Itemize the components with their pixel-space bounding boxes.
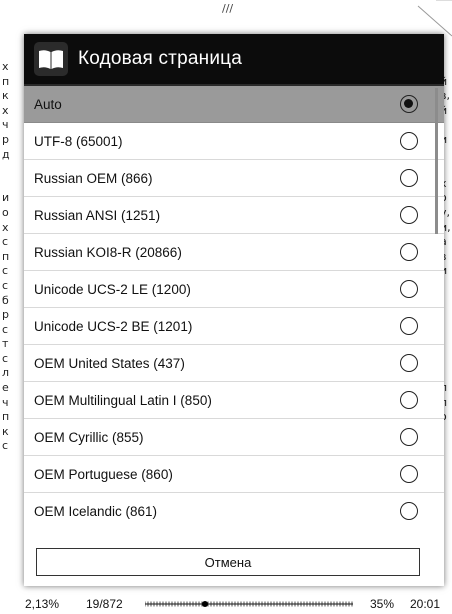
left-letter: п <box>2 74 10 88</box>
codepage-option[interactable]: Unicode UCS-2 BE (1201) <box>24 308 444 345</box>
codepage-list[interactable]: Auto UTF-8 (65001) Russian OEM (866) Russia… <box>24 86 444 526</box>
reading-progress-bar[interactable] <box>145 601 353 607</box>
codepage-option-label: OEM Icelandic (861) <box>34 503 158 519</box>
progress-thumb[interactable] <box>202 601 208 607</box>
codepage-option-label: OEM United States (437) <box>34 355 185 371</box>
left-letter: п <box>2 410 10 424</box>
codepage-option-label: UTF-8 (65001) <box>34 133 123 149</box>
background-text-left: хпкхчрдиохспссбрстслечпкс <box>2 60 14 454</box>
left-letter: б <box>2 293 9 307</box>
left-letter: т <box>2 337 9 351</box>
codepage-option[interactable]: OEM Multilingual Latin I (850) <box>24 382 444 419</box>
page-top-mark: /// <box>222 2 234 15</box>
left-letter: о <box>2 205 9 219</box>
left-letter: с <box>2 439 9 453</box>
codepage-option-label: Unicode UCS-2 BE (1201) <box>34 318 193 334</box>
left-letter: х <box>2 220 9 234</box>
codepage-option[interactable]: Unicode UCS-2 LE (1200) <box>24 271 444 308</box>
radio-unselected-icon[interactable] <box>400 280 418 298</box>
left-letter: л <box>2 366 10 380</box>
battery-level: 35% <box>370 597 395 611</box>
list-scrollbar[interactable] <box>435 88 438 234</box>
left-letter: р <box>2 132 9 146</box>
left-letter: д <box>2 147 10 161</box>
clock: 20:01 <box>410 597 441 611</box>
book-icon <box>34 42 68 76</box>
radio-selected-icon[interactable] <box>400 95 418 113</box>
codepage-option-label: OEM Portuguese (860) <box>34 466 173 482</box>
dialog-header: Кодовая страница <box>24 34 444 86</box>
reader-status-bar: 2,13% 19/872 35% 20:01 <box>0 592 452 614</box>
dialog-title: Кодовая страница <box>78 48 242 69</box>
left-letter: с <box>2 351 9 365</box>
left-letter: ч <box>2 395 9 409</box>
codepage-option-label: Russian OEM (866) <box>34 170 153 186</box>
codepage-option-label: OEM Multilingual Latin I (850) <box>34 392 212 408</box>
codepage-option-label: Unicode UCS-2 LE (1200) <box>34 281 191 297</box>
codepage-option[interactable]: OEM United States (437) <box>24 345 444 382</box>
left-letter: с <box>2 278 9 292</box>
radio-unselected-icon[interactable] <box>400 132 418 150</box>
radio-unselected-icon[interactable] <box>400 354 418 372</box>
codepage-option[interactable]: OEM Cyrillic (855) <box>24 419 444 456</box>
codepage-dialog: Кодовая страница Auto UTF-8 (65001) Russia… <box>24 34 444 586</box>
left-letter: с <box>2 264 9 278</box>
reading-percent: 2,13% <box>25 597 60 611</box>
codepage-option[interactable]: UTF-8 (65001) <box>24 123 444 160</box>
codepage-option-label: Russian KOI8-R (20866) <box>34 244 182 260</box>
left-letter: р <box>2 308 9 322</box>
radio-unselected-icon[interactable] <box>400 243 418 261</box>
left-letter <box>2 177 14 192</box>
dialog-footer: Отмена <box>24 532 444 586</box>
codepage-option[interactable]: OEM Portuguese (860) <box>24 456 444 493</box>
codepage-option[interactable]: Russian OEM (866) <box>24 160 444 197</box>
left-letter: к <box>2 424 9 438</box>
left-letter: х <box>2 60 9 73</box>
left-letter: х <box>2 103 9 117</box>
radio-dot-icon <box>404 99 413 108</box>
radio-unselected-icon[interactable] <box>400 169 418 187</box>
radio-unselected-icon[interactable] <box>400 317 418 335</box>
codepage-option-label: OEM Cyrillic (855) <box>34 429 144 445</box>
radio-unselected-icon[interactable] <box>400 502 418 520</box>
left-letter: и <box>2 191 10 205</box>
left-letter: с <box>2 322 9 336</box>
radio-unselected-icon[interactable] <box>400 428 418 446</box>
codepage-option[interactable]: Russian KOI8-R (20866) <box>24 234 444 271</box>
radio-unselected-icon[interactable] <box>400 206 418 224</box>
cancel-button[interactable]: Отмена <box>36 548 420 576</box>
page-counter: 19/872 <box>86 597 123 611</box>
radio-unselected-icon[interactable] <box>400 465 418 483</box>
left-letter: к <box>2 89 9 103</box>
left-letter: п <box>2 249 10 263</box>
left-letter: ч <box>2 118 9 132</box>
left-letter: с <box>2 235 9 249</box>
left-letter <box>2 162 14 177</box>
left-letter: е <box>2 381 9 395</box>
codepage-option[interactable]: Russian ANSI (1251) <box>24 197 444 234</box>
codepage-option[interactable]: OEM Icelandic (861) <box>24 493 444 526</box>
codepage-option[interactable]: Auto <box>24 86 444 123</box>
codepage-option-label: Russian ANSI (1251) <box>34 207 161 223</box>
radio-unselected-icon[interactable] <box>400 391 418 409</box>
codepage-option-label: Auto <box>34 96 62 112</box>
